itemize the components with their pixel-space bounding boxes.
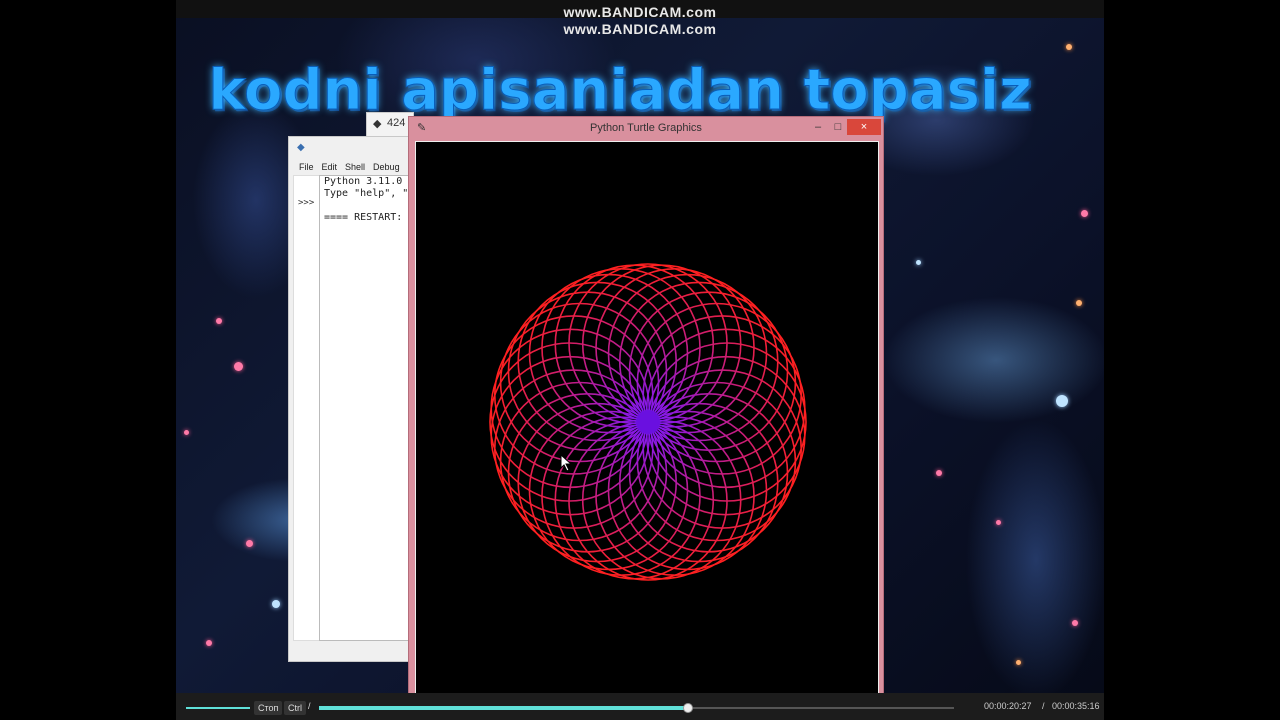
star [1056,395,1068,407]
star [1076,300,1082,306]
star [936,470,942,476]
star [234,362,243,371]
player-controls: Стоп Ctrl / 00:00:20:27 / 00:00:35:16 [176,693,1104,720]
python-file-icon: ◆ [373,118,382,130]
turtle-canvas[interactable] [415,141,879,693]
menu-shell[interactable]: Shell [345,162,365,172]
star [916,260,921,265]
minimize-button[interactable]: – [809,119,827,135]
star [246,540,253,547]
watermark-line-2: www.BANDICAM.com [563,21,717,37]
video-caption: kodni apisaniadan topasiz [208,58,1032,124]
shell-output[interactable]: Python 3.11.0 ( Type "help", "c ==== RES… [319,175,417,641]
star [184,430,189,435]
maximize-button[interactable]: □ [829,119,847,135]
star [1016,660,1021,665]
star [1072,620,1078,626]
time-slash: / [1042,701,1045,711]
current-time: 00:00:20:27 [984,701,1032,711]
shell-prompt: >>> [298,198,315,208]
seek-handle[interactable] [683,703,694,713]
spirograph-drawing [489,263,807,581]
ctrl-key-label: Ctrl [284,701,306,715]
menu-bar: File Edit Shell Debug [289,159,425,175]
star [1081,210,1088,217]
shell-line: Python 3.11.0 ( [324,176,415,187]
star [216,318,222,324]
star [272,600,280,608]
volume-track[interactable] [186,707,250,709]
star [1066,44,1072,50]
editor-window-title: 424 [387,117,406,129]
menu-file[interactable]: File [299,162,314,172]
mouse-cursor-icon [560,454,573,472]
turtle-graphics-window[interactable]: ✎ Python Turtle Graphics – □ × [408,116,884,693]
spiral-center [636,410,660,434]
stop-key-label: Стоп [254,701,283,715]
editor-window-tab[interactable]: ◆ 424 [366,112,414,138]
shell-line: Type "help", "c [324,188,415,199]
menu-edit[interactable]: Edit [322,162,338,172]
shell-line: ==== RESTART: C [324,212,415,223]
video-frame: www.BANDICAM.com www.BANDICAM.com kodni … [176,0,1104,693]
idle-shell-window[interactable]: ◆ File Edit Shell Debug >>> Python 3.11.… [288,136,417,662]
python-icon: ◆ [297,142,305,153]
watermark-line-1: www.BANDICAM.com [563,4,717,20]
close-button[interactable]: × [847,119,881,135]
total-time: 00:00:35:16 [1052,701,1100,711]
seek-progress [319,706,688,710]
star [206,640,212,646]
key-separator: / [308,701,311,711]
star [996,520,1001,525]
prompt-gutter: >>> [293,175,320,641]
turtle-title-bar[interactable]: ✎ Python Turtle Graphics – □ × [409,117,883,139]
menu-debug[interactable]: Debug [373,162,400,172]
